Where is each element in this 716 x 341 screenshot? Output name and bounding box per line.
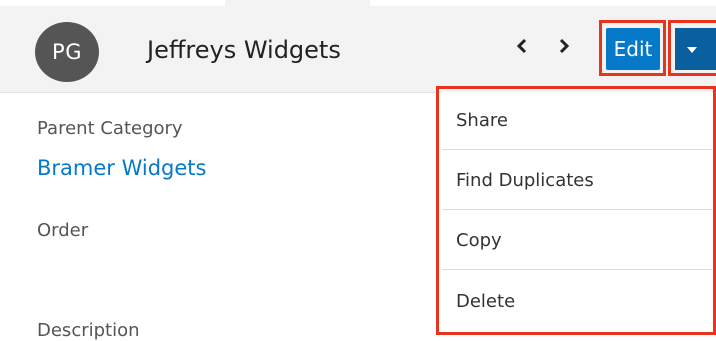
caret-down-icon [687,47,697,53]
chevron-right-icon [559,38,570,54]
edit-button[interactable]: Edit [606,28,660,70]
actions-menu: Share Find Duplicates Copy Delete [442,92,712,330]
actions-dropdown-button[interactable] [675,28,716,70]
next-record-button[interactable] [552,32,576,60]
previous-record-button[interactable] [510,32,534,60]
menu-item-find-duplicates[interactable]: Find Duplicates [442,152,712,210]
record-title: Jeffreys Widgets [147,36,341,64]
avatar: PG [35,22,99,82]
chevron-left-icon [516,38,527,54]
parent-category-link[interactable]: Bramer Widgets [37,156,207,180]
menu-item-delete[interactable]: Delete [442,272,712,330]
menu-item-copy[interactable]: Copy [442,212,712,270]
menu-item-share[interactable]: Share [442,92,712,150]
parent-category-label: Parent Category [37,118,183,139]
order-label: Order [37,220,89,241]
